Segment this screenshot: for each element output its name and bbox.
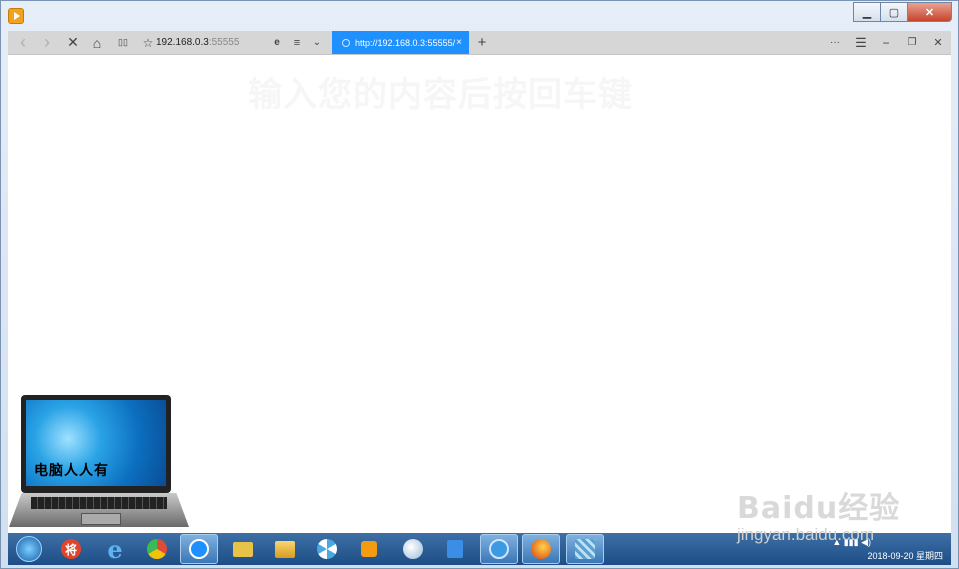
taskbar-item-fan-app[interactable] [308, 534, 346, 564]
taskbar-item-network-app[interactable] [566, 534, 604, 564]
taskbar-item-firefox[interactable] [522, 534, 560, 564]
more-icon[interactable]: ··· [826, 31, 844, 54]
maximize-button[interactable]: ▢ [880, 2, 908, 22]
laptop-display: 电脑人人有 [26, 400, 166, 486]
menu-icon[interactable]: ☰ [852, 31, 870, 54]
forward-icon[interactable]: › [38, 31, 56, 54]
windows-orb-icon [16, 536, 42, 562]
jiang-app-icon: 将 [61, 539, 81, 559]
taskbar-item-ie[interactable]: e [96, 534, 134, 564]
ie-icon: e [107, 534, 123, 564]
fan-app-icon [317, 539, 337, 559]
network-app-icon [575, 539, 595, 559]
ie-mode-icon[interactable]: e [270, 31, 284, 54]
back-icon[interactable]: ‹ [14, 31, 32, 54]
clock-date[interactable]: 2018-09-20 星期四 [863, 549, 943, 562]
browser-icon [189, 539, 209, 559]
store-icon [447, 540, 463, 558]
tab-close-icon[interactable]: × [456, 37, 462, 48]
tab-favicon-icon [342, 38, 350, 47]
taskbar-item-paint[interactable] [394, 534, 432, 564]
taskbar-item-player[interactable] [350, 534, 388, 564]
folder-icon [233, 541, 253, 557]
minimize-button[interactable]: ▁ [853, 2, 881, 22]
baidu-watermark: Baidu经验 jingyan.baidu.com [737, 483, 900, 545]
firefox-icon [531, 539, 551, 559]
watermark-logo: Baidu经验 [737, 491, 901, 526]
tab-active[interactable]: http://192.168.0.3:55555/ × [332, 31, 469, 54]
taskbar-item-browser-active[interactable] [180, 534, 218, 564]
laptop-caption: 电脑人人有 [34, 463, 109, 479]
player-icon [361, 541, 377, 557]
browser-toolbar: ‹ › ✕ ⌂ ▯▯ ☆ 192.168.0.3:55555 e ≡ ⌄ htt… [8, 31, 951, 55]
laptop-screen: 电脑人人有 [21, 395, 171, 493]
restore-icon[interactable]: ❐ [904, 31, 920, 54]
close-icon[interactable]: ✕ [930, 31, 946, 54]
min-icon[interactable]: − [878, 31, 894, 54]
address-port: :55555 [208, 37, 240, 48]
chrome-icon [147, 539, 167, 559]
chevron-down-icon[interactable]: ⌄ [310, 31, 324, 54]
app-icon[interactable] [8, 8, 24, 24]
watermark-url: jingyan.baidu.com [737, 525, 875, 544]
faded-heading: 输入您的内容后按回车键 [248, 76, 633, 114]
taskbar-item-explorer[interactable] [266, 534, 304, 564]
browser-window: ▁ ▢ ✕ ‹ › ✕ ⌂ ▯▯ ☆ 192.168.0.3:55555 e ≡… [0, 0, 959, 569]
address-bar[interactable]: 192.168.0.3:55555 [156, 31, 239, 54]
reader-icon[interactable]: ▯▯ [112, 31, 134, 54]
taskbar-item-jiang[interactable]: 将 [52, 534, 90, 564]
home-icon[interactable]: ⌂ [88, 31, 106, 54]
window-controls: ▁ ▢ ✕ [853, 2, 952, 22]
qq-app-icon [489, 539, 509, 559]
new-tab-button[interactable]: + [474, 31, 490, 54]
laptop-touchpad [81, 513, 121, 525]
taskbar-item-folder[interactable] [224, 534, 262, 564]
list-icon[interactable]: ≡ [290, 31, 304, 54]
taskbar-item-chrome[interactable] [138, 534, 176, 564]
explorer-icon [275, 540, 295, 558]
paint-icon [403, 539, 423, 559]
favorite-icon[interactable]: ☆ [140, 31, 156, 54]
close-button[interactable]: ✕ [907, 2, 952, 22]
stop-icon[interactable]: ✕ [64, 31, 82, 54]
laptop-logo: 电脑人人有 [7, 393, 191, 533]
title-bar: ▁ ▢ ✕ [1, 1, 958, 31]
taskbar-item-store[interactable] [436, 534, 474, 564]
address-host: 192.168.0.3 [156, 37, 209, 48]
laptop-keyboard [31, 497, 167, 509]
taskbar-item-qq-app[interactable] [480, 534, 518, 564]
tab-title: http://192.168.0.3:55555/ [355, 37, 456, 48]
start-button[interactable] [12, 534, 46, 564]
